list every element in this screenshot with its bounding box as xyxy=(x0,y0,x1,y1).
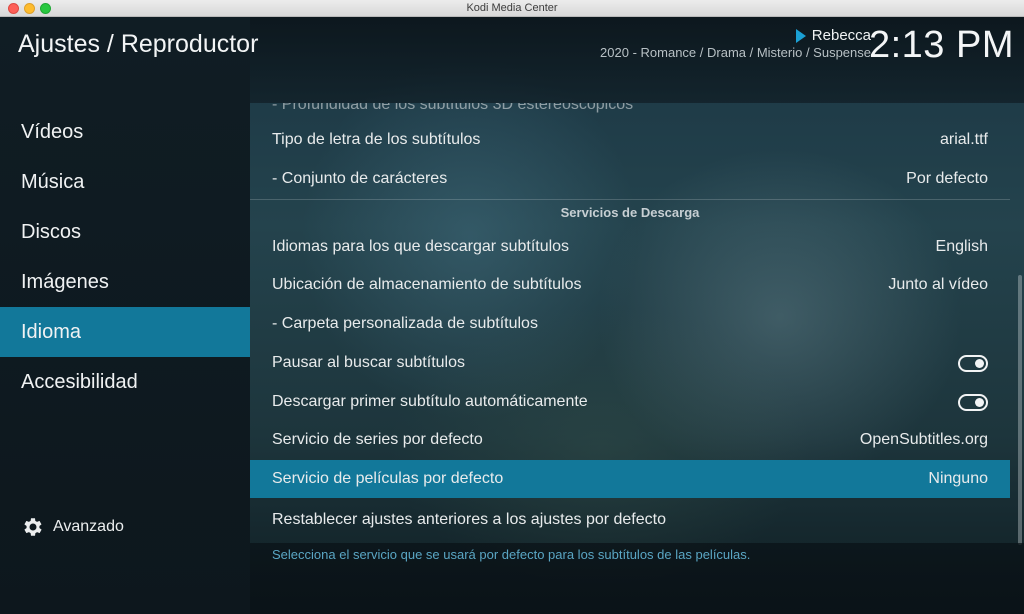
setting-label: - Profundidad de los subtítulos 3D ester… xyxy=(272,103,634,113)
sidebar-item-accessibility[interactable]: Accesibilidad xyxy=(0,357,250,407)
page-title: Ajustes / Reproductor xyxy=(18,30,259,58)
setting-label: Idiomas para los que descargar subtítulo… xyxy=(272,238,570,255)
sidebar-item-music[interactable]: Música xyxy=(0,157,250,207)
settings-list: - Profundidad de los subtítulos 3D ester… xyxy=(250,103,1010,543)
setting-value: English xyxy=(935,238,988,255)
setting-label: - Carpeta personalizada de subtítulos xyxy=(272,315,538,332)
settings-row-subtitle-font[interactable]: Tipo de letra de los subtítulos arial.tt… xyxy=(250,121,1010,159)
toggle-knob xyxy=(975,358,984,368)
setting-label: Pausar al buscar subtítulos xyxy=(272,354,465,371)
settings-row-movie-service[interactable]: Servicio de películas por defecto Ningun… xyxy=(250,460,1010,498)
play-icon xyxy=(795,28,806,43)
settings-row-download-languages[interactable]: Idiomas para los que descargar subtítulo… xyxy=(250,228,1010,266)
sidebar-item-label: Música xyxy=(21,170,85,193)
sidebar-item-language[interactable]: Idioma xyxy=(0,307,250,357)
sidebar-item-label: Discos xyxy=(21,220,82,243)
sidebar: Ajustes / Reproductor Vídeos Música Disc… xyxy=(0,17,258,614)
gear-icon xyxy=(24,518,42,536)
setting-label: Servicio de películas por defecto xyxy=(272,470,504,487)
sidebar-item-label: Accesibilidad xyxy=(21,370,138,393)
settings-row-tv-service[interactable]: Servicio de series por defecto OpenSubti… xyxy=(250,421,1010,459)
setting-value: Por defecto xyxy=(906,170,988,187)
settings-row-auto-download-first[interactable]: Descargar primer subtítulo automáticamen… xyxy=(250,383,1010,421)
sidebar-item-pictures[interactable]: Imágenes xyxy=(0,257,250,307)
settings-row-pause-on-search[interactable]: Pausar al buscar subtítulos xyxy=(250,344,1010,382)
settings-row-reset-defaults[interactable]: Restablecer ajustes anteriores a los aju… xyxy=(250,501,1010,539)
top-header: Rebecca 2020 - Romance / Drama / Misteri… xyxy=(250,17,1024,103)
setting-label: Tipo de letra de los subtítulos xyxy=(272,131,481,148)
now-playing-genres: 2020 - Romance / Drama / Misterio / Susp… xyxy=(600,45,871,60)
now-playing-title: Rebecca xyxy=(811,27,871,44)
kodi-app: Rebecca 2020 - Romance / Drama / Misteri… xyxy=(0,17,1024,614)
setting-value: OpenSubtitles.org xyxy=(859,431,988,448)
settings-row-storage-location[interactable]: Ubicación de almacenamiento de subtítulo… xyxy=(250,266,1010,304)
settings-row-custom-folder[interactable]: - Carpeta personalizada de subtítulos xyxy=(250,305,1010,343)
sidebar-menu: Vídeos Música Discos Imágenes Idioma Acc… xyxy=(0,107,250,407)
setting-description: Selecciona el servicio que se usará por … xyxy=(272,547,751,562)
sidebar-item-discs[interactable]: Discos xyxy=(0,207,250,257)
advanced-level-button[interactable]: Avanzado xyxy=(20,515,124,539)
setting-value: Junto al vídeo xyxy=(888,276,988,293)
settings-scrollbar[interactable] xyxy=(1018,275,1022,545)
setting-label: Ubicación de almacenamiento de subtítulo… xyxy=(272,276,582,293)
toggle-switch-on[interactable] xyxy=(958,393,988,411)
setting-label: Servicio de series por defecto xyxy=(272,431,483,448)
footer: Selecciona el servicio que se usará por … xyxy=(250,543,1024,614)
section-header: Servicios de Descarga xyxy=(560,205,700,220)
advanced-label: Avanzado xyxy=(53,518,124,535)
setting-label: Descargar primer subtítulo automáticamen… xyxy=(272,393,588,410)
sidebar-item-label: Imágenes xyxy=(21,270,109,293)
sidebar-item-label: Idioma xyxy=(21,320,82,343)
now-playing[interactable]: Rebecca xyxy=(795,27,871,44)
sidebar-item-videos[interactable]: Vídeos xyxy=(0,107,250,157)
setting-value: arial.ttf xyxy=(939,131,988,148)
toggle-knob xyxy=(975,397,984,407)
sidebar-item-label: Vídeos xyxy=(21,120,84,143)
clock: 2:13 PM xyxy=(868,24,1014,66)
settings-row-charset[interactable]: - Conjunto de carácteres Por defecto xyxy=(250,160,1010,198)
setting-label: Restablecer ajustes anteriores a los aju… xyxy=(272,511,666,528)
window-title: Kodi Media Center xyxy=(466,2,558,14)
setting-value: Ninguno xyxy=(928,470,988,487)
window-titlebar: Kodi Media Center xyxy=(0,0,1024,17)
setting-label: - Conjunto de carácteres xyxy=(272,170,448,187)
toggle-switch-on[interactable] xyxy=(958,354,988,372)
